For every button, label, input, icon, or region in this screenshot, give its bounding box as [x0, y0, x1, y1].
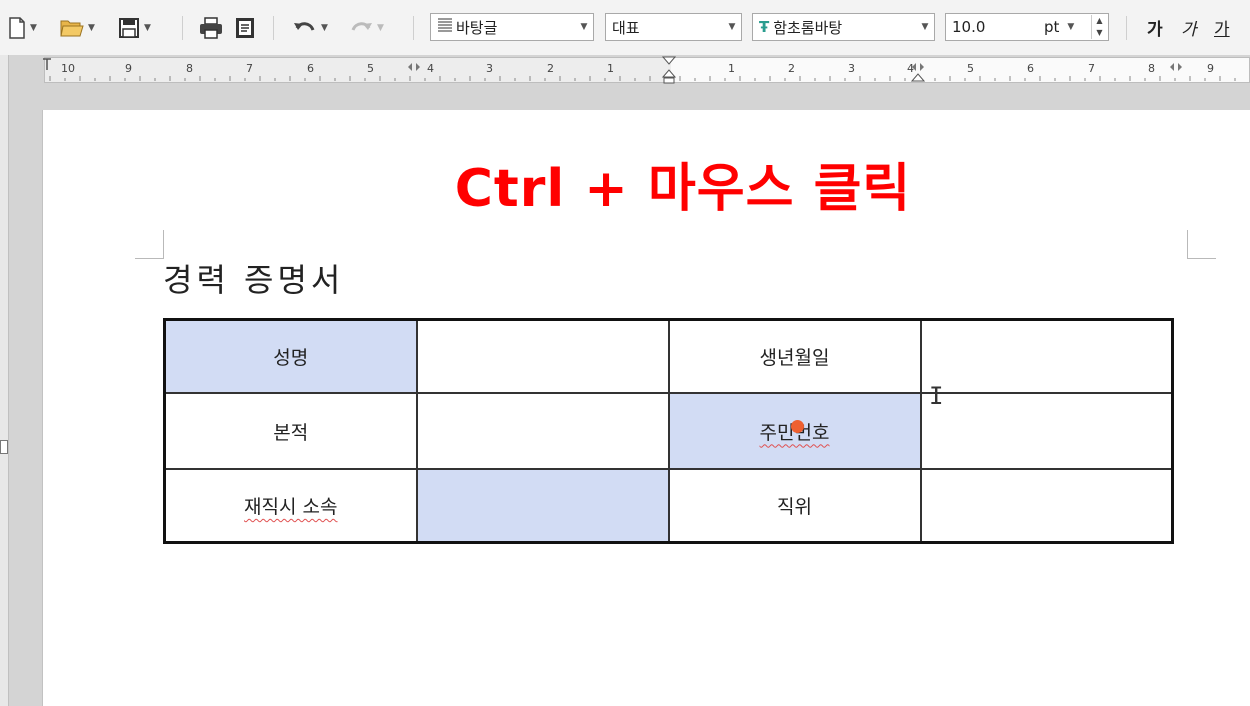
redo-icon	[351, 22, 372, 31]
column-marker-icon[interactable]	[407, 62, 421, 72]
save-icon	[119, 18, 139, 38]
indent-marker-icon[interactable]	[661, 56, 677, 84]
font-size-unit: pt	[1044, 18, 1060, 36]
ruler-number: 1	[728, 62, 735, 75]
truetype-font-icon: Ŧ	[759, 18, 770, 36]
chevron-down-icon: ▼	[1067, 22, 1075, 32]
underline-button[interactable]: 가	[1214, 15, 1230, 40]
new-document-icon	[9, 17, 25, 39]
ruler-number: 5	[967, 62, 974, 75]
font-select[interactable]: Ŧ 함초롬바탕 ▼	[752, 13, 935, 41]
undo-button[interactable]: ▼	[293, 12, 328, 44]
ruler-ticks	[49, 76, 1236, 81]
table-cell-position-label[interactable]: 직위	[667, 468, 922, 544]
chevron-down-icon: ▼	[144, 23, 151, 33]
table-cell-birthdate-value[interactable]	[919, 318, 1174, 394]
left-margin-marker-icon[interactable]	[41, 58, 53, 82]
table-cell-resident-number-value[interactable]	[919, 392, 1174, 470]
printer-icon	[200, 17, 222, 39]
language-select-value: 대표	[612, 18, 640, 37]
horizontal-ruler[interactable]: 10 9 8 7 6 5 4 3 2 1 1 2 3 4 5 6 7 8 9	[41, 56, 1250, 84]
print-button[interactable]	[199, 12, 223, 44]
ruler-number: 5	[367, 62, 374, 75]
open-document-button[interactable]: ▼	[60, 12, 95, 44]
save-button[interactable]: ▼	[118, 12, 151, 44]
chevron-down-icon: ▼	[88, 23, 95, 33]
table-cell-name-value[interactable]	[415, 318, 670, 394]
chevron-down-icon: ▼	[377, 23, 384, 33]
chevron-down-icon: ▼	[321, 23, 328, 33]
toolbar-divider	[273, 16, 274, 40]
vertical-ruler-marker[interactable]	[0, 440, 8, 454]
click-indicator-dot	[791, 420, 804, 433]
table-cell-domicile-value[interactable]	[415, 392, 670, 470]
career-certificate-table[interactable]: 성명 생년월일 본적 주민번호 재직시 소속 직위	[163, 318, 1174, 544]
folder-open-icon	[60, 20, 84, 37]
font-size-value: 10.0	[952, 18, 986, 36]
table-cell-position-value[interactable]	[919, 468, 1174, 544]
table-cell-birthdate-label[interactable]: 생년월일	[667, 318, 922, 394]
ruler-number: 9	[125, 62, 132, 75]
table-row: 재직시 소속 직위	[163, 468, 1174, 544]
margin-corner-mark	[1187, 230, 1216, 259]
ruler-number: 8	[1148, 62, 1155, 75]
chevron-down-icon: ▼	[580, 22, 588, 32]
redo-button[interactable]: ▼	[349, 12, 384, 44]
ruler-number: 9	[1207, 62, 1214, 75]
toolbar-divider	[182, 16, 183, 40]
ruler-number: 3	[848, 62, 855, 75]
language-select[interactable]: 대표 ▼	[605, 13, 742, 41]
chevron-down-icon: ▼	[921, 22, 929, 32]
font-size-stepper[interactable]: ▲ ▼	[1091, 15, 1107, 39]
ruler-number: 1	[607, 62, 614, 75]
bold-button[interactable]: 가	[1147, 15, 1163, 40]
table-row: 성명 생년월일	[163, 318, 1174, 394]
toolbar-divider	[413, 16, 414, 40]
document-title[interactable]: 경력 증명서	[163, 255, 344, 301]
vertical-ruler[interactable]	[0, 55, 9, 706]
ruler-number: 8	[186, 62, 193, 75]
table-cell-name-label[interactable]: 성명	[163, 318, 418, 394]
chevron-down-icon: ▼	[30, 23, 37, 33]
italic-button[interactable]: 가	[1181, 15, 1197, 40]
undo-icon	[294, 22, 315, 31]
ruler-number: 7	[246, 62, 253, 75]
right-indent-marker-icon[interactable]	[911, 62, 925, 82]
ruler-number: 4	[427, 62, 434, 75]
chevron-down-icon: ▼	[728, 22, 736, 32]
ruler-number: 6	[1027, 62, 1034, 75]
ruler-number: 2	[788, 62, 795, 75]
table-cell-affiliation-value[interactable]	[415, 468, 670, 544]
table-row: 본적 주민번호	[163, 392, 1174, 470]
margin-corner-mark	[135, 230, 164, 259]
overlay-annotation-title: Ctrl + 마우스 클릭	[454, 159, 912, 219]
ruler-number: 3	[486, 62, 493, 75]
font-select-value: 함초롬바탕	[773, 18, 843, 37]
style-select[interactable]: 바탕글 ▼	[430, 13, 594, 41]
ruler-number: 10	[61, 62, 75, 75]
new-document-button[interactable]: ▼	[8, 12, 37, 44]
ruler-number: 2	[547, 62, 554, 75]
font-size-field[interactable]: 10.0 pt ▼ ▲ ▼	[945, 13, 1109, 41]
ruler-number: 6	[307, 62, 314, 75]
text-cursor-icon: I	[929, 382, 944, 410]
toolbar-divider	[1126, 16, 1127, 40]
document-preview-icon	[236, 18, 254, 38]
style-select-value: 바탕글	[456, 18, 498, 37]
affiliation-text: 재직시 소속	[244, 496, 338, 518]
table-cell-affiliation-label[interactable]: 재직시 소속	[163, 468, 418, 544]
document-page[interactable]: Ctrl + 마우스 클릭 경력 증명서 성명 생년월일 본적 주민번호 재직시…	[42, 110, 1250, 706]
table-cell-domicile-label[interactable]: 본적	[163, 392, 418, 470]
column-marker-icon[interactable]	[1169, 62, 1183, 72]
ruler-area: 10 9 8 7 6 5 4 3 2 1 1 2 3 4 5 6 7 8 9	[0, 55, 1250, 110]
paragraph-style-icon	[431, 17, 453, 37]
preview-button[interactable]	[234, 12, 256, 44]
toolbar: ▼ ▼ ▼ ▼ ▼ 바탕글 ▼ 대표 ▼ Ŧ 함초롬바탕 ▼ 10.0 pt ▼…	[0, 0, 1250, 56]
ruler-number: 7	[1088, 62, 1095, 75]
